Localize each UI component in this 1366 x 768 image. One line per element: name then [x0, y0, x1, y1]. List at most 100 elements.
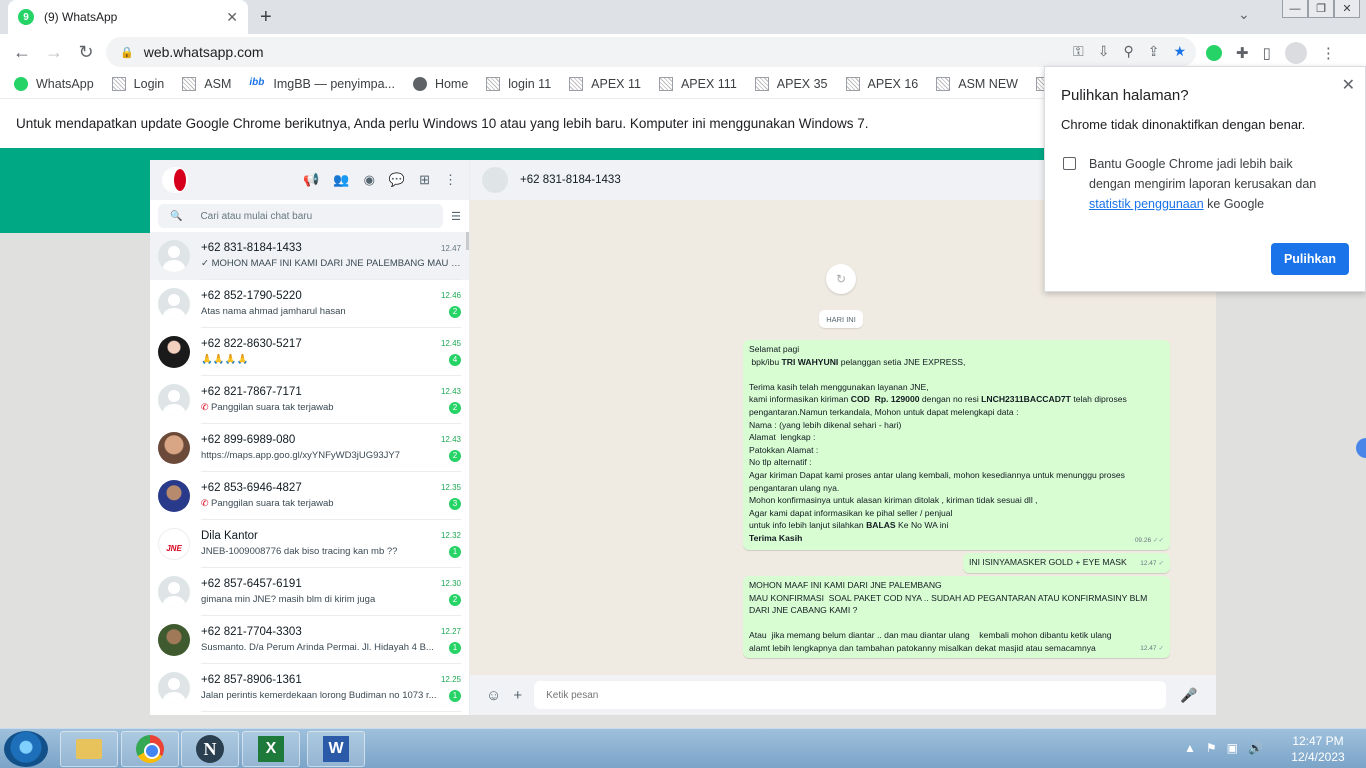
chat-list-item[interactable]: +62 899-6989-080 12.43 https://maps.app.go…: [150, 424, 469, 472]
chat-avatar: [158, 672, 190, 704]
bookmark-apex-35[interactable]: APEX 35: [754, 77, 828, 91]
chat-preview: https://maps.app.goo.gl/xyYNFyWD3jUG93JY…: [201, 450, 401, 461]
chat-avatar: [158, 240, 190, 272]
chat-avatar: [158, 576, 190, 608]
taskbar-n-app[interactable]: N: [181, 731, 239, 767]
bookmark-asm[interactable]: ASM: [182, 77, 231, 91]
menu-icon[interactable]: ⋮: [444, 172, 457, 188]
chat-list-item[interactable]: +62 852-1790-5220 12.46 Atas nama ahmad ja…: [150, 280, 469, 328]
back-arrow-icon[interactable]: ←: [6, 42, 38, 63]
new-chat-icon[interactable]: ⊞: [419, 172, 430, 188]
tab-search-chevron-icon[interactable]: ⌄: [1238, 6, 1250, 23]
address-bar[interactable]: 🔒 web.whatsapp.com ⚿ ⇩ ⚲ ⇪ ★: [106, 37, 1196, 67]
bookmark-star-icon[interactable]: ★: [1173, 43, 1186, 60]
chat-list-item[interactable]: +62 853-6946-4827 12.35 ✆ Panggilan suara …: [150, 472, 469, 520]
close-icon[interactable]: ✕: [1342, 75, 1355, 95]
volume-icon[interactable]: 🔊: [1248, 741, 1263, 755]
menu-kebab-icon[interactable]: ⋮: [1321, 44, 1336, 62]
chat-body: +62 831-8184-1433 12.47 ✓ MOHON MAAF INI K…: [201, 232, 461, 280]
my-avatar[interactable]: [162, 167, 188, 193]
chat-list-item[interactable]: JNE Dila Kantor 12.32 JNEB-1009008776 dak b…: [150, 520, 469, 568]
chat-name: +62 852-1790-5220: [201, 289, 302, 302]
bookmark-apex-16[interactable]: APEX 16: [845, 77, 918, 91]
bookmark-label: APEX 11: [591, 77, 641, 91]
usage-stats-link[interactable]: statistik penggunaan: [1089, 197, 1204, 211]
unread-badge: 2: [449, 449, 461, 462]
message-bubble-outgoing[interactable]: Selamat pagi bpk/ibu TRI WAHYUNI pelangg…: [743, 340, 1170, 550]
minimize-icon[interactable]: —: [1282, 0, 1308, 18]
side-panel-icon[interactable]: ▯: [1263, 44, 1271, 62]
network-icon[interactable]: ▣: [1227, 741, 1238, 755]
tab-close-icon[interactable]: ✕: [226, 9, 238, 26]
chat-list-item[interactable]: +62 831-8184-1433 12.47 ✓ MOHON MAAF INI K…: [150, 232, 469, 280]
chat-body: +62 852-1790-5220 12.46 Atas nama ahmad ja…: [201, 280, 461, 328]
extensions-puzzle-icon[interactable]: ✚: [1236, 44, 1249, 62]
toolbar-right: ✚ ▯ ⋮: [1206, 42, 1336, 64]
install-icon[interactable]: ⇩: [1098, 43, 1110, 60]
message-line: MOHON MAAF INI KAMI DARI JNE PALEMBANG: [749, 580, 942, 590]
emoji-icon[interactable]: ☺: [486, 687, 501, 704]
profile-avatar-icon[interactable]: [1284, 42, 1307, 64]
bookmark-label: ASM: [204, 77, 232, 91]
status-icon[interactable]: ◉: [364, 172, 375, 188]
reload-icon[interactable]: ↻: [70, 42, 102, 63]
bookmark-login[interactable]: Login: [111, 77, 164, 91]
communities-icon[interactable]: 👥: [333, 172, 349, 188]
bookmark-login-11[interactable]: login 11: [486, 77, 551, 91]
bookmark-label: ASM NEW: [958, 77, 1018, 91]
message-bubble-outgoing[interactable]: INI ISINYAMASKER GOLD + EYE MASK 12.47 ✓: [963, 553, 1170, 573]
bookmark-whatsapp[interactable]: WhatsApp: [14, 77, 94, 91]
new-tab-button[interactable]: +: [260, 6, 272, 29]
restore-button[interactable]: Pulihkan: [1271, 243, 1349, 275]
close-window-icon[interactable]: ✕: [1334, 0, 1360, 18]
filter-icon[interactable]: ☰: [451, 210, 461, 223]
bookmark-home[interactable]: Home: [412, 77, 468, 91]
chat-list-item[interactable]: +62 821-7867-7171 12.43 ✆ Panggilan suara …: [150, 376, 469, 424]
chat-list-item[interactable]: +62 822-8630-5217 12.45 🙏🙏🙏🙏 4: [150, 328, 469, 376]
taskbar-explorer[interactable]: [60, 731, 118, 767]
contact-avatar[interactable]: [482, 167, 508, 193]
bookmark-apex-111[interactable]: APEX 111: [658, 77, 737, 91]
clock[interactable]: 12:47 PM 12/4/2023: [1280, 733, 1356, 765]
chat-list-item[interactable]: +62 857-6457-6191 12.30 gimana min JNE? ma…: [150, 568, 469, 616]
bookmark-apex-11[interactable]: APEX 11: [569, 77, 641, 91]
maximize-icon[interactable]: ❐: [1308, 0, 1334, 18]
channels-megaphone-icon[interactable]: 📢: [303, 172, 319, 188]
message-line: Selamat pagi: [749, 344, 800, 354]
chat-search-input[interactable]: 🔍 Cari atau mulai chat baru: [158, 204, 444, 228]
channels-chat-icon[interactable]: 💬: [389, 172, 405, 188]
message-bubble-outgoing[interactable]: MOHON MAAF INI KAMI DARI JNE PALEMBANG MA…: [743, 576, 1170, 658]
attach-plus-icon[interactable]: +: [513, 687, 522, 704]
forward-arrow-icon[interactable]: →: [38, 42, 70, 63]
chat-avatar: [158, 384, 190, 416]
taskbar-excel[interactable]: X: [242, 731, 300, 767]
tab-whatsapp[interactable]: 9 (9) WhatsApp ✕: [8, 0, 248, 34]
chat-list-item[interactable]: +62 857-8906-1361 12.25 Jalan perintis kem…: [150, 664, 469, 712]
message-input[interactable]: [534, 681, 1167, 709]
start-button[interactable]: [4, 731, 48, 767]
microphone-icon[interactable]: 🎤: [1180, 687, 1197, 704]
action-center-icon[interactable]: ⚑: [1206, 741, 1217, 755]
zoom-icon[interactable]: ⚲: [1123, 43, 1133, 60]
crash-report-checkbox[interactable]: [1063, 157, 1076, 170]
chat-list: +62 831-8184-1433 12.47 ✓ MOHON MAAF INI K…: [150, 232, 469, 712]
contact-name[interactable]: +62 831-8184-1433: [520, 174, 621, 186]
message-line: No tlp alternatif :: [749, 457, 812, 468]
page-icon: [845, 77, 860, 91]
bookmark-asm-new[interactable]: ASM NEW: [936, 77, 1018, 91]
key-icon[interactable]: ⚿: [1073, 43, 1084, 60]
windows-taskbar: N X W ▲ ⚑ ▣ 🔊 12:47 PM 12/4/2023: [0, 728, 1366, 768]
chat-time: 12.45: [440, 339, 461, 348]
tray-expand-icon[interactable]: ▲: [1184, 741, 1196, 755]
whatsapp-extension-icon[interactable]: [1206, 45, 1222, 61]
chat-time: 12.27: [440, 627, 461, 636]
chat-list-item[interactable]: +62 821-7704-3303 12.27 Susmanto. D/a Peru…: [150, 616, 469, 664]
share-icon[interactable]: ⇪: [1148, 43, 1160, 60]
taskbar-word[interactable]: W: [307, 731, 365, 767]
message-line: Agar kiriman Dapat kami proses antar ula…: [749, 469, 1125, 480]
message-line: DARI JNE CABANG KAMI ?: [749, 605, 858, 616]
taskbar-chrome[interactable]: [121, 731, 179, 767]
bookmark-imgbb[interactable]: ibb ImgBB — penyimpa...: [249, 77, 395, 91]
message-line: Terima Kasih: [749, 532, 803, 543]
missed-call-icon: ✆: [201, 402, 212, 412]
